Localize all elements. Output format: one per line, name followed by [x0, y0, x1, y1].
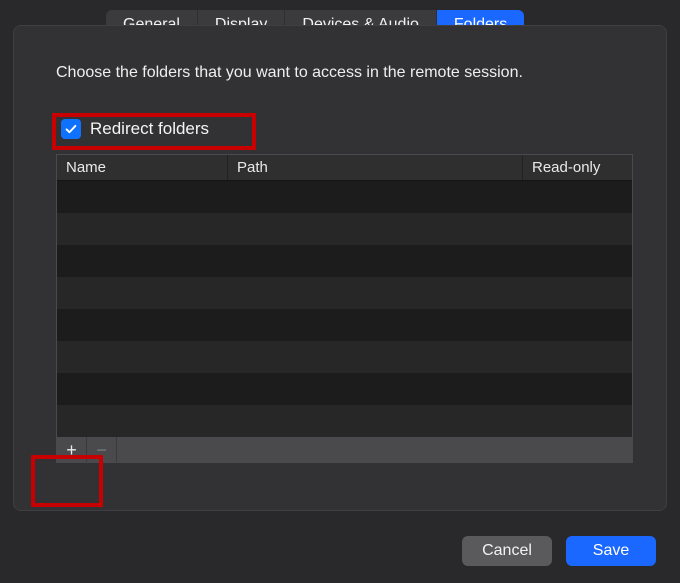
table-row[interactable] [57, 373, 632, 405]
redirect-folders-row: Redirect folders [61, 119, 209, 139]
redirect-folders-label: Redirect folders [90, 119, 209, 139]
cancel-button[interactable]: Cancel [462, 536, 552, 566]
plus-icon: + [66, 441, 77, 459]
instruction-text: Choose the folders that you want to acce… [56, 64, 523, 82]
table-row[interactable] [57, 213, 632, 245]
table-toolbar: + − [57, 437, 632, 462]
save-button[interactable]: Save [566, 536, 656, 566]
preferences-window: General Display Devices & Audio Folders … [0, 0, 680, 583]
table-row[interactable] [57, 277, 632, 309]
remove-folder-button[interactable]: − [87, 437, 117, 462]
table-row[interactable] [57, 245, 632, 277]
table-row[interactable] [57, 341, 632, 373]
table-header: Name Path Read-only [57, 155, 632, 181]
folders-table: Name Path Read-only + − [56, 154, 633, 463]
add-folder-button[interactable]: + [57, 437, 87, 462]
table-row[interactable] [57, 405, 632, 437]
minus-icon: − [96, 441, 107, 459]
table-body [57, 181, 632, 437]
redirect-folders-checkbox[interactable] [61, 119, 81, 139]
column-header-name[interactable]: Name [57, 155, 228, 180]
table-row[interactable] [57, 181, 632, 213]
table-row[interactable] [57, 309, 632, 341]
column-header-path[interactable]: Path [228, 155, 523, 180]
folders-panel: Choose the folders that you want to acce… [13, 25, 667, 511]
checkmark-icon [64, 122, 78, 136]
dialog-actions: Cancel Save [462, 536, 656, 566]
column-header-readonly[interactable]: Read-only [523, 155, 632, 180]
